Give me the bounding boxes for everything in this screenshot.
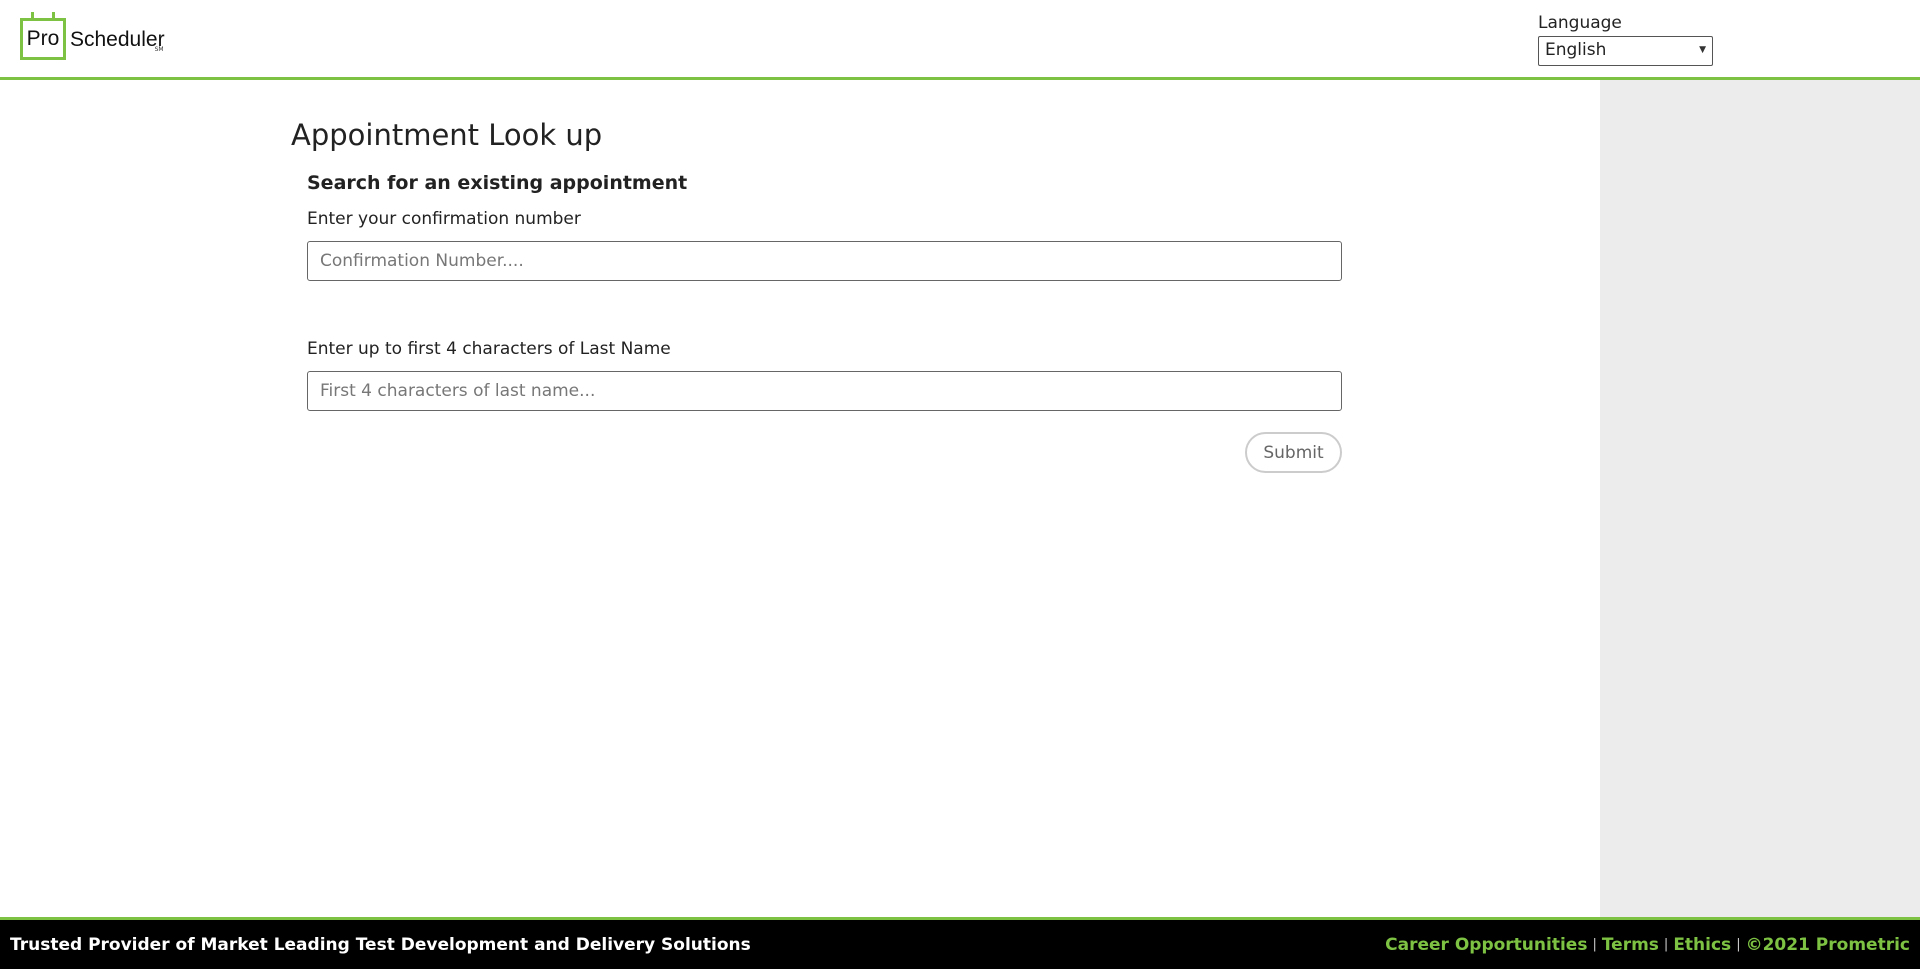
last-name-input[interactable]: [307, 371, 1342, 411]
footer-separator: |: [1592, 937, 1597, 952]
pro-scheduler-logo[interactable]: Pro Scheduler SM: [20, 12, 174, 60]
confirmation-number-label: Enter your confirmation number: [307, 209, 581, 229]
logo-pro-text: Pro: [26, 27, 60, 50]
language-select[interactable]: English ▼: [1538, 36, 1713, 66]
language-selector: Language English ▼: [1538, 13, 1714, 66]
language-selected-value: English: [1545, 40, 1607, 60]
appointment-lookup-form: Search for an existing appointment Enter…: [307, 172, 1342, 473]
copyright-link[interactable]: ©2021 Prometric: [1746, 935, 1910, 955]
logo-service-mark: SM: [154, 45, 164, 53]
footer-tagline: Trusted Provider of Market Leading Test …: [10, 934, 751, 955]
last-name-label: Enter up to first 4 characters of Last N…: [307, 339, 671, 359]
dropdown-arrow-icon: ▼: [1699, 45, 1706, 55]
calendar-logo-icon: Pro: [20, 12, 66, 60]
confirmation-number-input[interactable]: [307, 241, 1342, 281]
footer-separator: |: [1736, 937, 1741, 952]
main-content: Appointment Look up Search for an existi…: [291, 118, 1342, 473]
section-title: Search for an existing appointment: [307, 172, 688, 194]
terms-link[interactable]: Terms: [1602, 935, 1659, 955]
page-title: Appointment Look up: [291, 118, 603, 152]
footer: Trusted Provider of Market Leading Test …: [0, 917, 1920, 969]
footer-separator: |: [1663, 937, 1669, 952]
footer-links: Career Opportunities | Terms | Ethics | …: [1385, 935, 1910, 955]
submit-button[interactable]: Submit: [1245, 432, 1342, 473]
logo-scheduler-text: Scheduler: [70, 28, 165, 51]
side-panel: [1600, 80, 1920, 919]
career-opportunities-link[interactable]: Career Opportunities: [1385, 935, 1587, 955]
language-label: Language: [1538, 13, 1622, 33]
header: Pro Scheduler SM Language English ▼: [0, 0, 1920, 80]
ethics-link[interactable]: Ethics: [1673, 935, 1731, 955]
